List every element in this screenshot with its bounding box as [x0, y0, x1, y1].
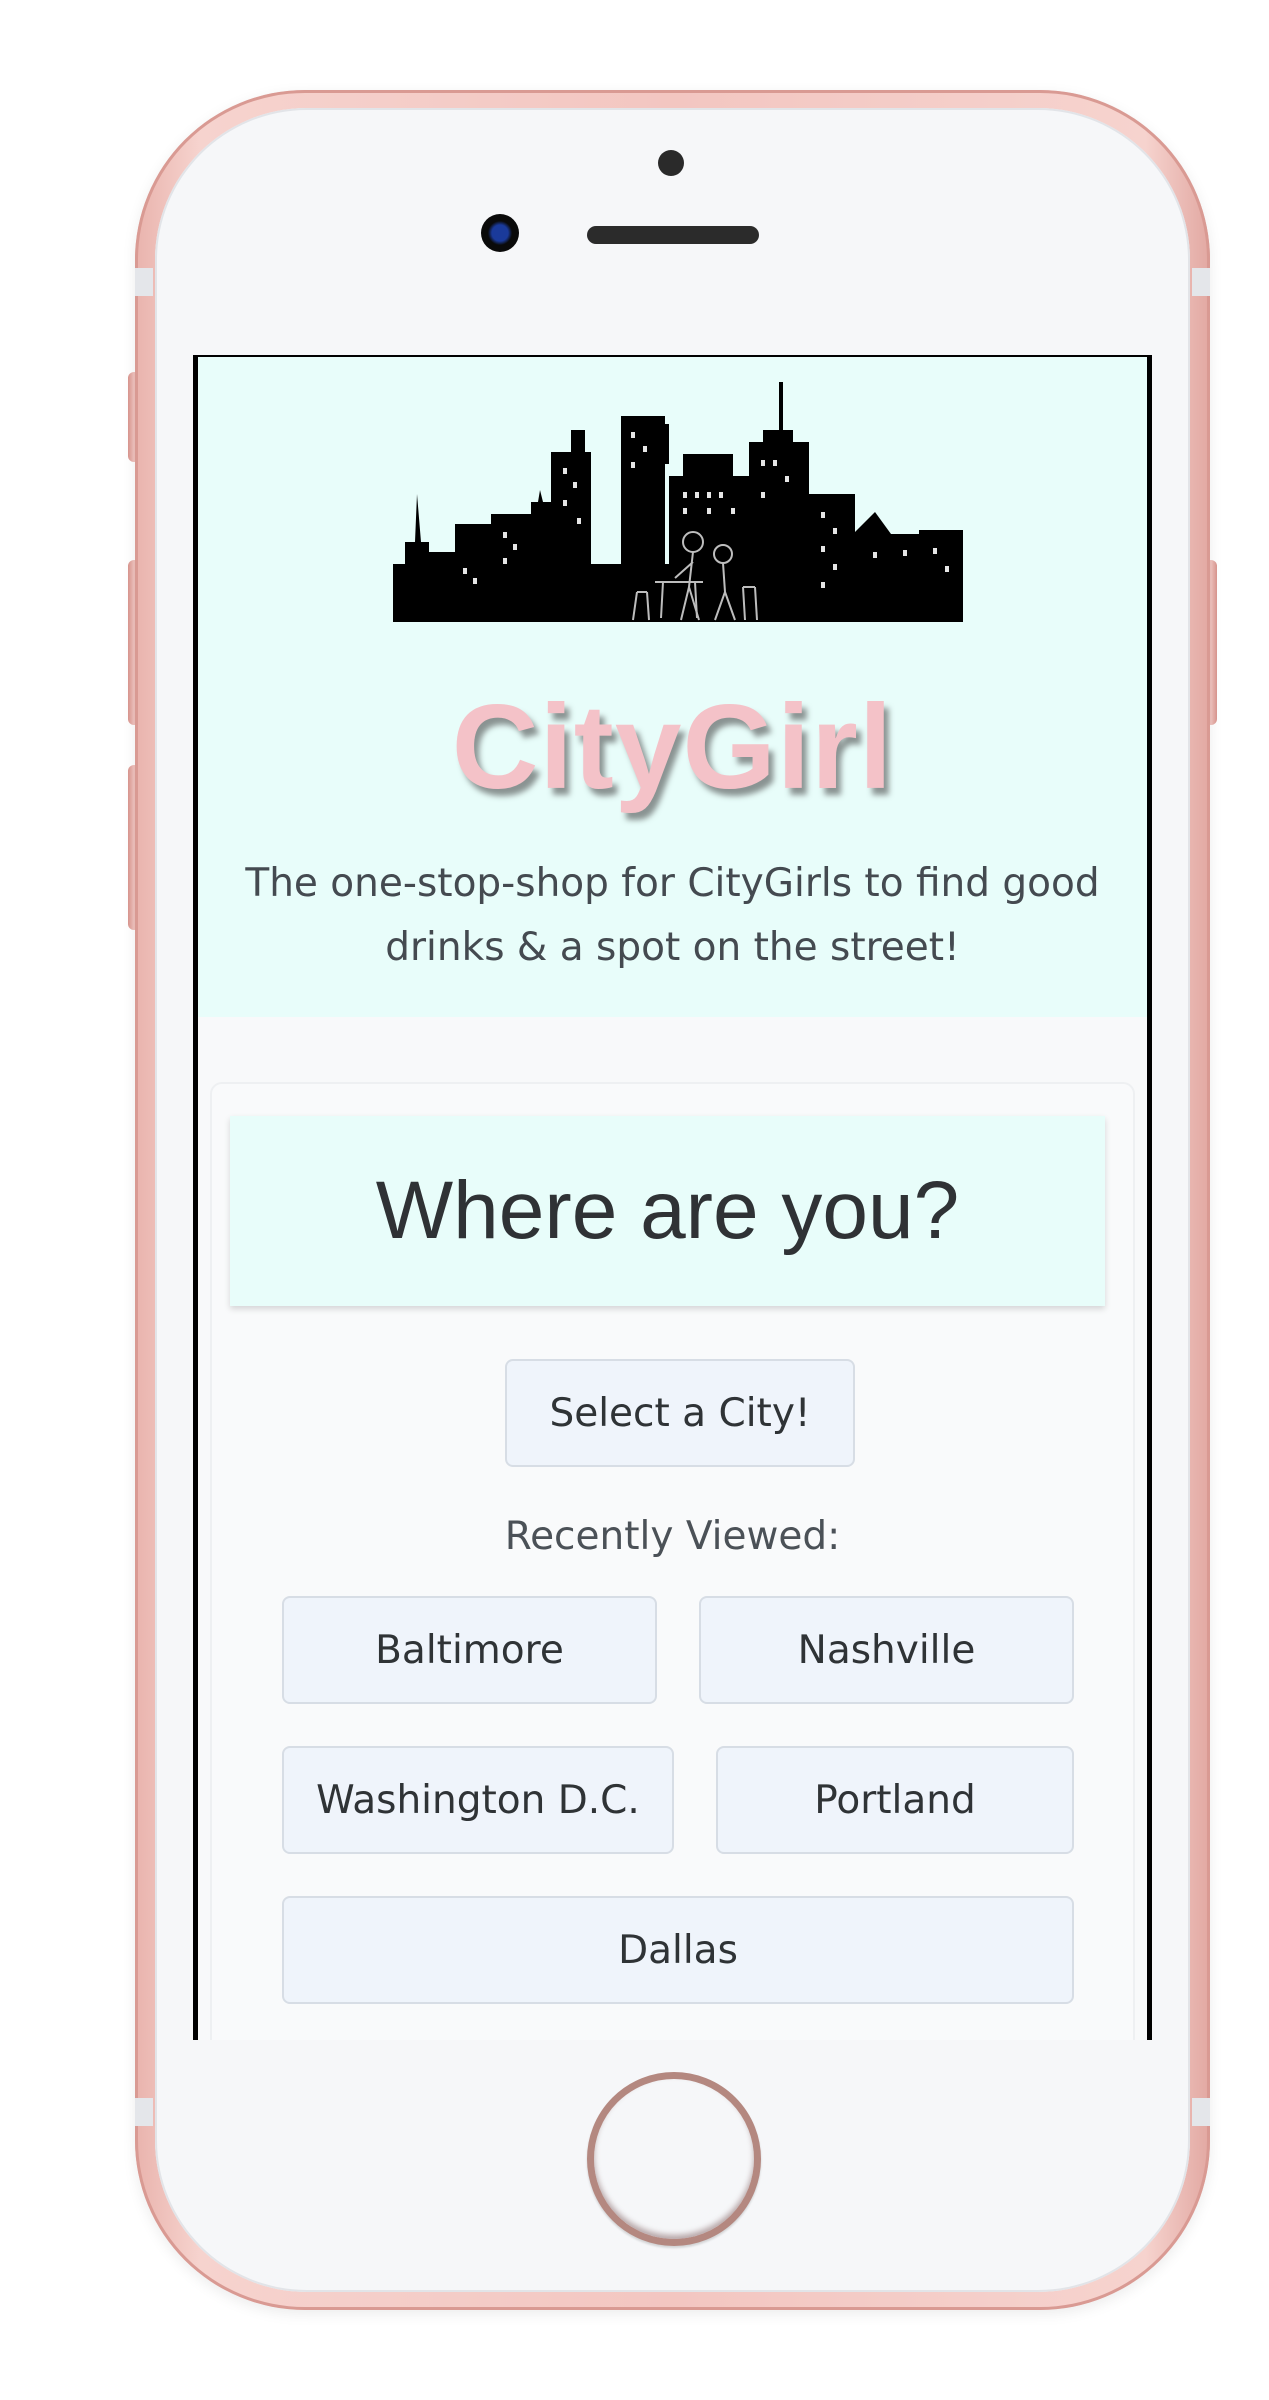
- recent-city-button-nashville[interactable]: Nashville: [699, 1596, 1074, 1704]
- antenna-line: [1192, 2098, 1210, 2126]
- brand-title: CityGirl: [451, 680, 894, 814]
- recent-city-button-dallas[interactable]: Dallas: [282, 1896, 1074, 2004]
- skyline-illustration: [393, 382, 963, 622]
- recent-city-button-baltimore[interactable]: Baltimore: [282, 1596, 657, 1704]
- location-card: Where are you? Select a City! Recently V…: [210, 1082, 1135, 2040]
- antenna-line: [135, 268, 153, 296]
- earpiece-speaker: [587, 226, 759, 244]
- where-heading-box: Where are you?: [230, 1116, 1105, 1306]
- recent-city-button-washington-dc[interactable]: Washington D.C.: [282, 1746, 674, 1854]
- phone-screen: CityGirl The one-stop-shop for CityGirls…: [193, 355, 1152, 2040]
- proximity-sensor: [658, 150, 684, 176]
- front-camera-icon: [481, 214, 519, 252]
- hero-section: CityGirl The one-stop-shop for CityGirls…: [198, 357, 1147, 1017]
- recent-city-button-portland[interactable]: Portland: [716, 1746, 1074, 1854]
- antenna-line: [135, 2098, 153, 2126]
- where-heading: Where are you?: [375, 1165, 960, 1256]
- antenna-line: [1192, 268, 1210, 296]
- home-button[interactable]: [587, 2072, 761, 2246]
- select-city-button[interactable]: Select a City!: [505, 1359, 855, 1467]
- tagline: The one-stop-shop for CityGirls to find …: [245, 861, 1100, 970]
- recently-viewed-label: Recently Viewed:: [504, 1514, 841, 1559]
